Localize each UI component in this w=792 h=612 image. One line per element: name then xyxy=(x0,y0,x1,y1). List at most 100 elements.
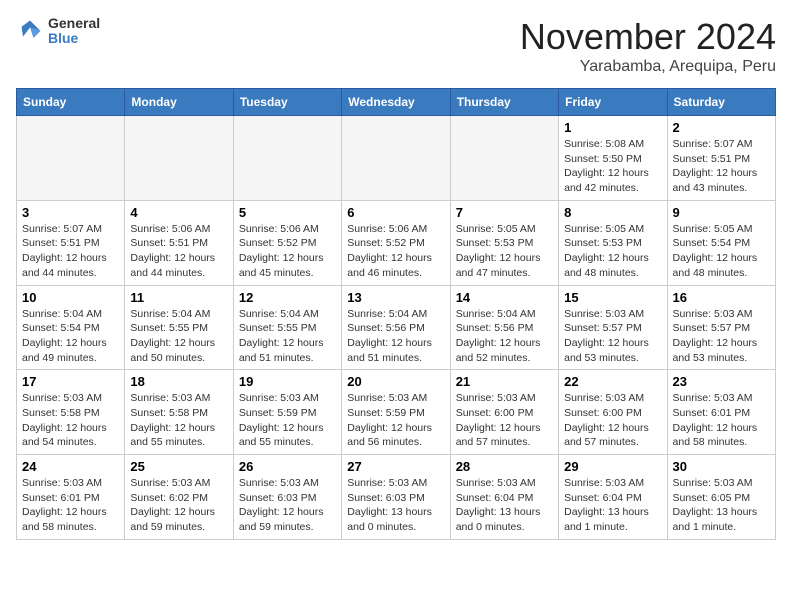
day-info: Sunrise: 5:04 AMSunset: 5:56 PMDaylight:… xyxy=(456,307,553,366)
day-info: Sunrise: 5:03 AMSunset: 6:05 PMDaylight:… xyxy=(673,476,770,535)
calendar-cell xyxy=(342,116,450,201)
logo: General Blue xyxy=(16,16,100,47)
logo-blue: Blue xyxy=(48,31,100,46)
week-row-4: 17 Sunrise: 5:03 AMSunset: 5:58 PMDayligh… xyxy=(17,370,776,455)
day-info: Sunrise: 5:03 AMSunset: 6:01 PMDaylight:… xyxy=(22,476,119,535)
weekday-header-wednesday: Wednesday xyxy=(342,89,450,116)
title-block: November 2024 Yarabamba, Arequipa, Peru xyxy=(520,16,776,76)
day-number: 14 xyxy=(456,290,553,305)
calendar-cell: 18 Sunrise: 5:03 AMSunset: 5:58 PMDayligh… xyxy=(125,370,233,455)
calendar-cell: 2 Sunrise: 5:07 AMSunset: 5:51 PMDaylight… xyxy=(667,116,775,201)
day-number: 28 xyxy=(456,459,553,474)
day-info: Sunrise: 5:03 AMSunset: 6:04 PMDaylight:… xyxy=(456,476,553,535)
day-info: Sunrise: 5:03 AMSunset: 6:00 PMDaylight:… xyxy=(564,391,661,450)
day-info: Sunrise: 5:03 AMSunset: 6:00 PMDaylight:… xyxy=(456,391,553,450)
calendar-cell: 12Sunrise: 5:04 AMSunset: 5:55 PMDayligh… xyxy=(233,285,341,370)
day-info: Sunrise: 5:03 AMSunset: 6:04 PMDaylight:… xyxy=(564,476,661,535)
calendar-cell: 21 Sunrise: 5:03 AMSunset: 6:00 PMDayligh… xyxy=(450,370,558,455)
day-number: 7 xyxy=(456,205,553,220)
weekday-header-thursday: Thursday xyxy=(450,89,558,116)
calendar-cell: 22 Sunrise: 5:03 AMSunset: 6:00 PMDayligh… xyxy=(559,370,667,455)
calendar-cell: 26Sunrise: 5:03 AMSunset: 6:03 PMDayligh… xyxy=(233,455,341,540)
day-info: Sunrise: 5:04 AMSunset: 5:54 PMDaylight:… xyxy=(22,307,119,366)
day-number: 20 xyxy=(347,374,444,389)
day-number: 21 xyxy=(456,374,553,389)
calendar-cell: 23 Sunrise: 5:03 AMSunset: 6:01 PMDayligh… xyxy=(667,370,775,455)
day-number: 24 xyxy=(22,459,119,474)
day-info: Sunrise: 5:08 AMSunset: 5:50 PMDaylight:… xyxy=(564,137,661,196)
day-info: Sunrise: 5:07 AMSunset: 5:51 PMDaylight:… xyxy=(673,137,770,196)
month-title: November 2024 xyxy=(520,16,776,58)
logo-general: General xyxy=(48,16,100,31)
day-info: Sunrise: 5:03 AMSunset: 5:57 PMDaylight:… xyxy=(673,307,770,366)
day-number: 18 xyxy=(130,374,227,389)
day-info: Sunrise: 5:04 AMSunset: 5:55 PMDaylight:… xyxy=(239,307,336,366)
calendar-cell: 13 Sunrise: 5:04 AMSunset: 5:56 PMDayligh… xyxy=(342,285,450,370)
day-number: 8 xyxy=(564,205,661,220)
calendar-cell xyxy=(450,116,558,201)
calendar-cell: 29 Sunrise: 5:03 AMSunset: 6:04 PMDayligh… xyxy=(559,455,667,540)
day-info: Sunrise: 5:03 AMSunset: 6:03 PMDaylight:… xyxy=(347,476,444,535)
day-info: Sunrise: 5:05 AMSunset: 5:53 PMDaylight:… xyxy=(456,222,553,281)
day-number: 23 xyxy=(673,374,770,389)
calendar-cell: 30 Sunrise: 5:03 AMSunset: 6:05 PMDayligh… xyxy=(667,455,775,540)
day-info: Sunrise: 5:06 AMSunset: 5:51 PMDaylight:… xyxy=(130,222,227,281)
calendar-cell: 25 Sunrise: 5:03 AMSunset: 6:02 PMDayligh… xyxy=(125,455,233,540)
calendar-cell: 11 Sunrise: 5:04 AMSunset: 5:55 PMDayligh… xyxy=(125,285,233,370)
day-info: Sunrise: 5:06 AMSunset: 5:52 PMDaylight:… xyxy=(347,222,444,281)
day-number: 29 xyxy=(564,459,661,474)
logo-text: General Blue xyxy=(48,16,100,47)
day-number: 2 xyxy=(673,120,770,135)
page-header: General Blue November 2024 Yarabamba, Ar… xyxy=(16,16,776,76)
day-number: 16 xyxy=(673,290,770,305)
calendar-cell xyxy=(17,116,125,201)
weekday-header-saturday: Saturday xyxy=(667,89,775,116)
day-info: Sunrise: 5:07 AMSunset: 5:51 PMDaylight:… xyxy=(22,222,119,281)
day-number: 1 xyxy=(564,120,661,135)
week-row-5: 24 Sunrise: 5:03 AMSunset: 6:01 PMDayligh… xyxy=(17,455,776,540)
logo-icon xyxy=(16,17,44,45)
day-info: Sunrise: 5:03 AMSunset: 5:58 PMDaylight:… xyxy=(22,391,119,450)
calendar-cell: 19Sunrise: 5:03 AMSunset: 5:59 PMDayligh… xyxy=(233,370,341,455)
calendar-cell: 3 Sunrise: 5:07 AMSunset: 5:51 PMDaylight… xyxy=(17,200,125,285)
day-info: Sunrise: 5:05 AMSunset: 5:53 PMDaylight:… xyxy=(564,222,661,281)
week-row-2: 3 Sunrise: 5:07 AMSunset: 5:51 PMDaylight… xyxy=(17,200,776,285)
calendar-cell: 20 Sunrise: 5:03 AMSunset: 5:59 PMDayligh… xyxy=(342,370,450,455)
location: Yarabamba, Arequipa, Peru xyxy=(520,58,776,76)
day-number: 3 xyxy=(22,205,119,220)
day-number: 25 xyxy=(130,459,227,474)
calendar-cell: 9 Sunrise: 5:05 AMSunset: 5:54 PMDaylight… xyxy=(667,200,775,285)
day-number: 13 xyxy=(347,290,444,305)
day-info: Sunrise: 5:03 AMSunset: 5:58 PMDaylight:… xyxy=(130,391,227,450)
day-info: Sunrise: 5:06 AMSunset: 5:52 PMDaylight:… xyxy=(239,222,336,281)
day-number: 11 xyxy=(130,290,227,305)
day-number: 27 xyxy=(347,459,444,474)
calendar-table: SundayMondayTuesdayWednesdayThursdayFrid… xyxy=(16,88,776,540)
week-row-3: 10 Sunrise: 5:04 AMSunset: 5:54 PMDayligh… xyxy=(17,285,776,370)
day-info: Sunrise: 5:03 AMSunset: 5:59 PMDaylight:… xyxy=(239,391,336,450)
calendar-cell: 7 Sunrise: 5:05 AMSunset: 5:53 PMDaylight… xyxy=(450,200,558,285)
day-number: 15 xyxy=(564,290,661,305)
day-info: Sunrise: 5:04 AMSunset: 5:56 PMDaylight:… xyxy=(347,307,444,366)
weekday-header-monday: Monday xyxy=(125,89,233,116)
day-info: Sunrise: 5:03 AMSunset: 6:01 PMDaylight:… xyxy=(673,391,770,450)
calendar-cell: 8 Sunrise: 5:05 AMSunset: 5:53 PMDaylight… xyxy=(559,200,667,285)
day-number: 30 xyxy=(673,459,770,474)
day-number: 17 xyxy=(22,374,119,389)
day-number: 22 xyxy=(564,374,661,389)
day-number: 9 xyxy=(673,205,770,220)
day-info: Sunrise: 5:04 AMSunset: 5:55 PMDaylight:… xyxy=(130,307,227,366)
day-info: Sunrise: 5:03 AMSunset: 6:02 PMDaylight:… xyxy=(130,476,227,535)
calendar-cell: 14 Sunrise: 5:04 AMSunset: 5:56 PMDayligh… xyxy=(450,285,558,370)
weekday-header-tuesday: Tuesday xyxy=(233,89,341,116)
calendar-cell: 5Sunrise: 5:06 AMSunset: 5:52 PMDaylight… xyxy=(233,200,341,285)
day-info: Sunrise: 5:05 AMSunset: 5:54 PMDaylight:… xyxy=(673,222,770,281)
day-number: 26 xyxy=(239,459,336,474)
day-number: 4 xyxy=(130,205,227,220)
day-number: 10 xyxy=(22,290,119,305)
day-info: Sunrise: 5:03 AMSunset: 5:57 PMDaylight:… xyxy=(564,307,661,366)
day-info: Sunrise: 5:03 AMSunset: 5:59 PMDaylight:… xyxy=(347,391,444,450)
week-row-1: 1 Sunrise: 5:08 AMSunset: 5:50 PMDaylight… xyxy=(17,116,776,201)
weekday-header-sunday: Sunday xyxy=(17,89,125,116)
day-number: 6 xyxy=(347,205,444,220)
